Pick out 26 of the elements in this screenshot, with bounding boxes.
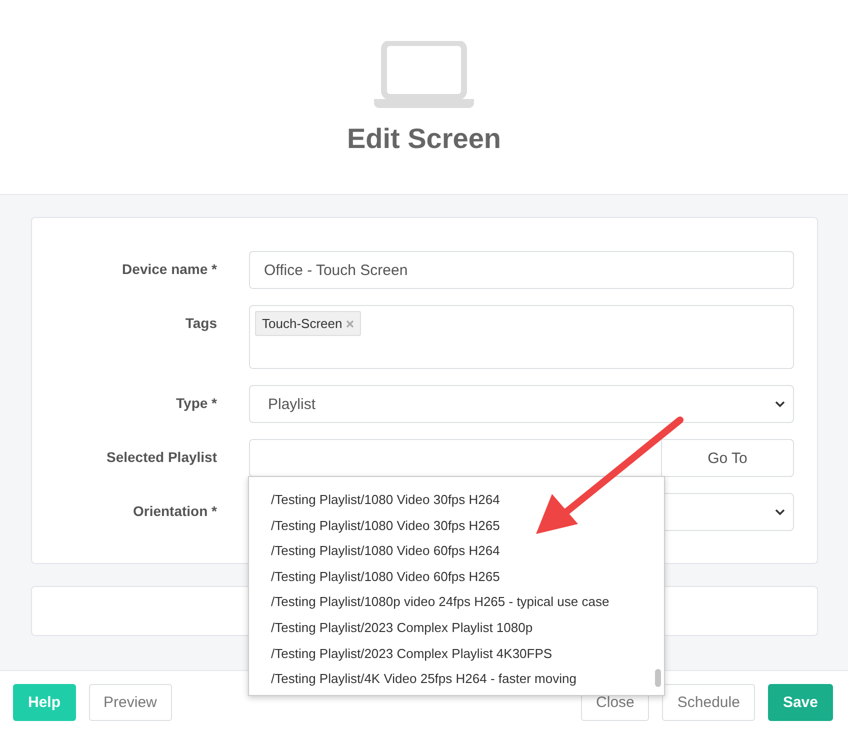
dropdown-option[interactable]: /Testing Playlist/1080 Video 30fps H264 bbox=[249, 487, 652, 513]
dropdown-option[interactable]: /Testing Playlist/1080 Video 30fps H265 bbox=[249, 512, 652, 538]
dropdown-option[interactable]: /Testing Playlist/1080 Video 60fps H264 bbox=[249, 538, 652, 564]
close-icon[interactable] bbox=[346, 320, 354, 328]
chevron-down-icon bbox=[775, 400, 785, 408]
field-label: Type * bbox=[175, 394, 217, 411]
field-label: Device name * bbox=[121, 260, 217, 277]
field-label: Tags bbox=[184, 314, 217, 331]
scrollbar-thumb[interactable] bbox=[655, 669, 661, 687]
tags-field[interactable]: Touch-Screen bbox=[249, 305, 794, 369]
type-select[interactable]: Playlist bbox=[249, 385, 794, 423]
field-label: Selected Playlist bbox=[105, 448, 217, 465]
chevron-down-icon bbox=[775, 508, 785, 516]
go-to-button[interactable]: Go To bbox=[662, 439, 794, 477]
device-name-field[interactable]: Office - Touch Screen bbox=[249, 251, 794, 289]
tag-chip: Touch-Screen bbox=[255, 311, 362, 336]
dropdown-option[interactable]: /Testing Playlist/1080p video 24fps H265 - typical use case bbox=[249, 589, 652, 615]
footer-button[interactable]: Preview bbox=[88, 684, 172, 720]
dropdown-option[interactable]: /Testing Playlist/2023 Complex Playlist 1080p bbox=[249, 614, 652, 641]
laptop-icon bbox=[374, 41, 474, 109]
dropdown-option[interactable]: /Testing Playlist/1080 Video 60fps H265 bbox=[249, 564, 652, 590]
page-title: Edit Screen bbox=[346, 123, 502, 155]
playlist-field[interactable] bbox=[249, 439, 662, 477]
dropdown-option[interactable]: /Testing Playlist/2023 Complex Playlist 4K30FPS bbox=[249, 640, 652, 666]
field-label: Orientation * bbox=[132, 502, 217, 519]
footer-button[interactable]: Schedule bbox=[662, 684, 755, 720]
